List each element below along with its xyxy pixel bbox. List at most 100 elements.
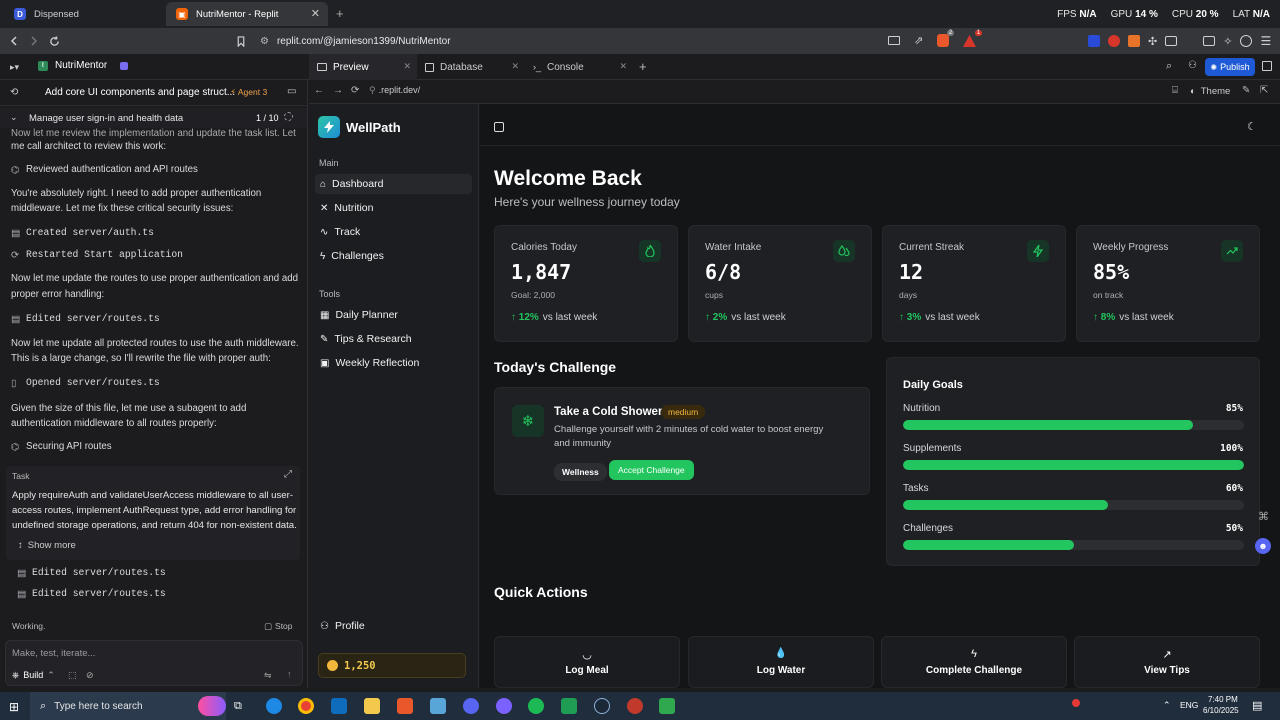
close-tab-icon[interactable]: ✕: [311, 7, 320, 20]
notifications-icon[interactable]: ▤: [1252, 699, 1262, 712]
browser-tab-replit[interactable]: ▣ NutriMentor - Replit ✕: [166, 2, 328, 26]
tab-console[interactable]: ›_ Console ✕: [525, 54, 633, 80]
close-tab-icon[interactable]: ✕: [619, 61, 627, 72]
app-red-icon[interactable]: [627, 698, 643, 714]
grid-widget-icon[interactable]: ⌘: [1258, 510, 1269, 523]
extension-orange-icon[interactable]: [1128, 35, 1140, 47]
extension-blue-icon[interactable]: [1088, 35, 1100, 47]
nav-item-profile[interactable]: ⚇ Profile: [315, 616, 472, 636]
screenshot-icon[interactable]: ⬚: [68, 670, 77, 681]
complete-challenge-button[interactable]: ϟ Complete Challenge: [881, 636, 1067, 688]
sidebar-toggle-icon[interactable]: [1203, 36, 1216, 46]
nav-item-daily-planner[interactable]: ▦ Daily Planner: [315, 305, 472, 325]
preview-url[interactable]: ⚲ .replit.dev/: [369, 85, 420, 96]
invite-icon[interactable]: ⚇: [1188, 60, 1197, 71]
tab-preview[interactable]: Preview ✕: [309, 54, 417, 80]
browser-tab-dispensed[interactable]: D Dispensed: [4, 2, 164, 26]
nav-item-challenges[interactable]: ϟ Challenges: [315, 246, 472, 266]
devtools-icon[interactable]: ⌸: [1172, 85, 1178, 96]
expand-icon[interactable]: ⤢: [284, 469, 292, 480]
preview-back-icon[interactable]: ←: [314, 85, 324, 96]
add-tab-icon[interactable]: +: [639, 59, 647, 74]
tab-database[interactable]: Database ✕: [417, 54, 525, 80]
bookmark-icon[interactable]: [231, 31, 251, 51]
windows-start-icon[interactable]: ⊞: [9, 700, 19, 714]
nav-item-tips-research[interactable]: ✎ Tips & Research: [315, 329, 472, 349]
notepad-icon[interactable]: [659, 698, 675, 714]
stocks-icon[interactable]: [561, 698, 577, 714]
accept-challenge-button[interactable]: Accept Challenge: [609, 460, 694, 480]
open-external-icon[interactable]: ⇱: [1260, 85, 1268, 96]
wallet-icon[interactable]: [1240, 35, 1253, 47]
close-tab-icon[interactable]: ✕: [511, 61, 519, 72]
action-item[interactable]: ▤ Edited server/routes.ts: [17, 567, 166, 579]
brave-rewards-icon[interactable]: 1: [963, 29, 983, 47]
action-item[interactable]: ⌬ Reviewed authentication and API routes: [11, 164, 198, 176]
brave-icon[interactable]: [397, 698, 413, 714]
nav-item-nutrition[interactable]: ✕ Nutrition: [315, 198, 472, 218]
tray-chevron-icon[interactable]: ⌃: [1163, 700, 1171, 711]
publish-button[interactable]: ✺ Publish: [1205, 58, 1255, 76]
app-blue-icon[interactable]: [430, 698, 446, 714]
sidebar-panel-icon[interactable]: ▸▾: [10, 62, 19, 73]
site-info-icon[interactable]: ⚙: [260, 36, 269, 47]
outlook-icon[interactable]: [331, 698, 347, 714]
brand[interactable]: WellPath: [318, 116, 401, 138]
extension-red-icon[interactable]: [1108, 35, 1120, 47]
menu-icon[interactable]: ☰: [1260, 34, 1271, 48]
clock-time[interactable]: 7:40 PM: [1208, 695, 1238, 704]
settings-sliders-icon[interactable]: ⇋: [264, 670, 272, 681]
brave-shield-icon[interactable]: 2: [937, 30, 955, 47]
moon-icon[interactable]: ☾: [1247, 120, 1257, 133]
action-item[interactable]: ▤ Created server/auth.ts: [11, 227, 154, 239]
layout-icon[interactable]: [1262, 61, 1272, 71]
forward-icon[interactable]: [24, 31, 44, 51]
project-name[interactable]: ℓ NutriMentor: [38, 60, 129, 71]
sidebar-collapse-icon[interactable]: [494, 122, 504, 132]
reload-icon[interactable]: [44, 31, 64, 51]
task-view-icon[interactable]: ⧉: [234, 700, 242, 713]
clock-date[interactable]: 6/10/2025: [1203, 706, 1239, 715]
leo-ai-icon[interactable]: ✧: [1223, 35, 1232, 48]
theme-button[interactable]: ◐ Theme: [1190, 86, 1230, 97]
history-icon[interactable]: ⟲: [10, 87, 18, 98]
address-bar[interactable]: ⚙ replit.com/@jamieson1399/NutriMentor: [260, 32, 820, 50]
send-icon[interactable]: ↑: [287, 669, 292, 679]
action-item[interactable]: ▯ Opened server/routes.ts: [11, 377, 160, 389]
steam-icon[interactable]: [594, 698, 610, 714]
back-icon[interactable]: [4, 31, 24, 51]
discord-icon[interactable]: [463, 698, 479, 714]
extensions-puzzle-icon[interactable]: ✣: [1148, 35, 1157, 48]
attach-icon[interactable]: ⊘: [86, 670, 94, 681]
taskbar-search[interactable]: ⌕ Type here to search: [30, 692, 226, 720]
search-icon[interactable]: ⌕: [1166, 60, 1172, 73]
action-item[interactable]: ▤ Edited server/routes.ts: [11, 313, 160, 325]
share-icon[interactable]: ⇗: [914, 34, 923, 47]
show-more-button[interactable]: ↕ Show more: [18, 540, 76, 551]
assistant-bubble-icon[interactable]: ☻: [1255, 538, 1271, 554]
new-tab-icon[interactable]: +: [336, 6, 344, 21]
preview-reload-icon[interactable]: ⟳: [351, 85, 359, 96]
close-tab-icon[interactable]: ✕: [403, 61, 411, 72]
chat-input-box[interactable]: Make, test, iterate... ⎈ Build ⌃ ⬚ ⊘ ⇋ ↑: [5, 640, 303, 686]
media-icon[interactable]: [1165, 36, 1178, 46]
stop-button[interactable]: ▢ Stop: [264, 621, 293, 632]
nav-item-weekly-reflection[interactable]: ▣ Weekly Reflection: [315, 353, 472, 373]
action-item[interactable]: ▤ Edited server/routes.ts: [17, 588, 166, 600]
log-meal-button[interactable]: ◡ Log Meal: [494, 636, 680, 688]
file-explorer-icon[interactable]: [364, 698, 380, 714]
cast-icon[interactable]: [888, 36, 900, 45]
language-indicator[interactable]: ENG: [1180, 700, 1198, 710]
edit-pen-icon[interactable]: ✎: [1242, 85, 1250, 96]
action-item[interactable]: ⟳ Restarted Start application: [11, 249, 183, 261]
progress-header[interactable]: ⌄ Manage user sign-in and health data 1 …: [0, 108, 307, 128]
copilot-icon[interactable]: [496, 698, 512, 714]
points-badge[interactable]: 1,250: [318, 653, 466, 678]
action-item[interactable]: ⌬ Securing API routes: [11, 441, 112, 453]
nav-item-track[interactable]: ∿ Track: [315, 222, 472, 242]
view-tips-button[interactable]: ↗ View Tips: [1074, 636, 1260, 688]
preview-forward-icon[interactable]: →: [333, 85, 343, 96]
chat-input[interactable]: Make, test, iterate...: [12, 648, 95, 659]
nav-item-dashboard[interactable]: ⌂ Dashboard: [315, 174, 472, 194]
chevron-down-icon[interactable]: ⌄: [10, 112, 18, 123]
